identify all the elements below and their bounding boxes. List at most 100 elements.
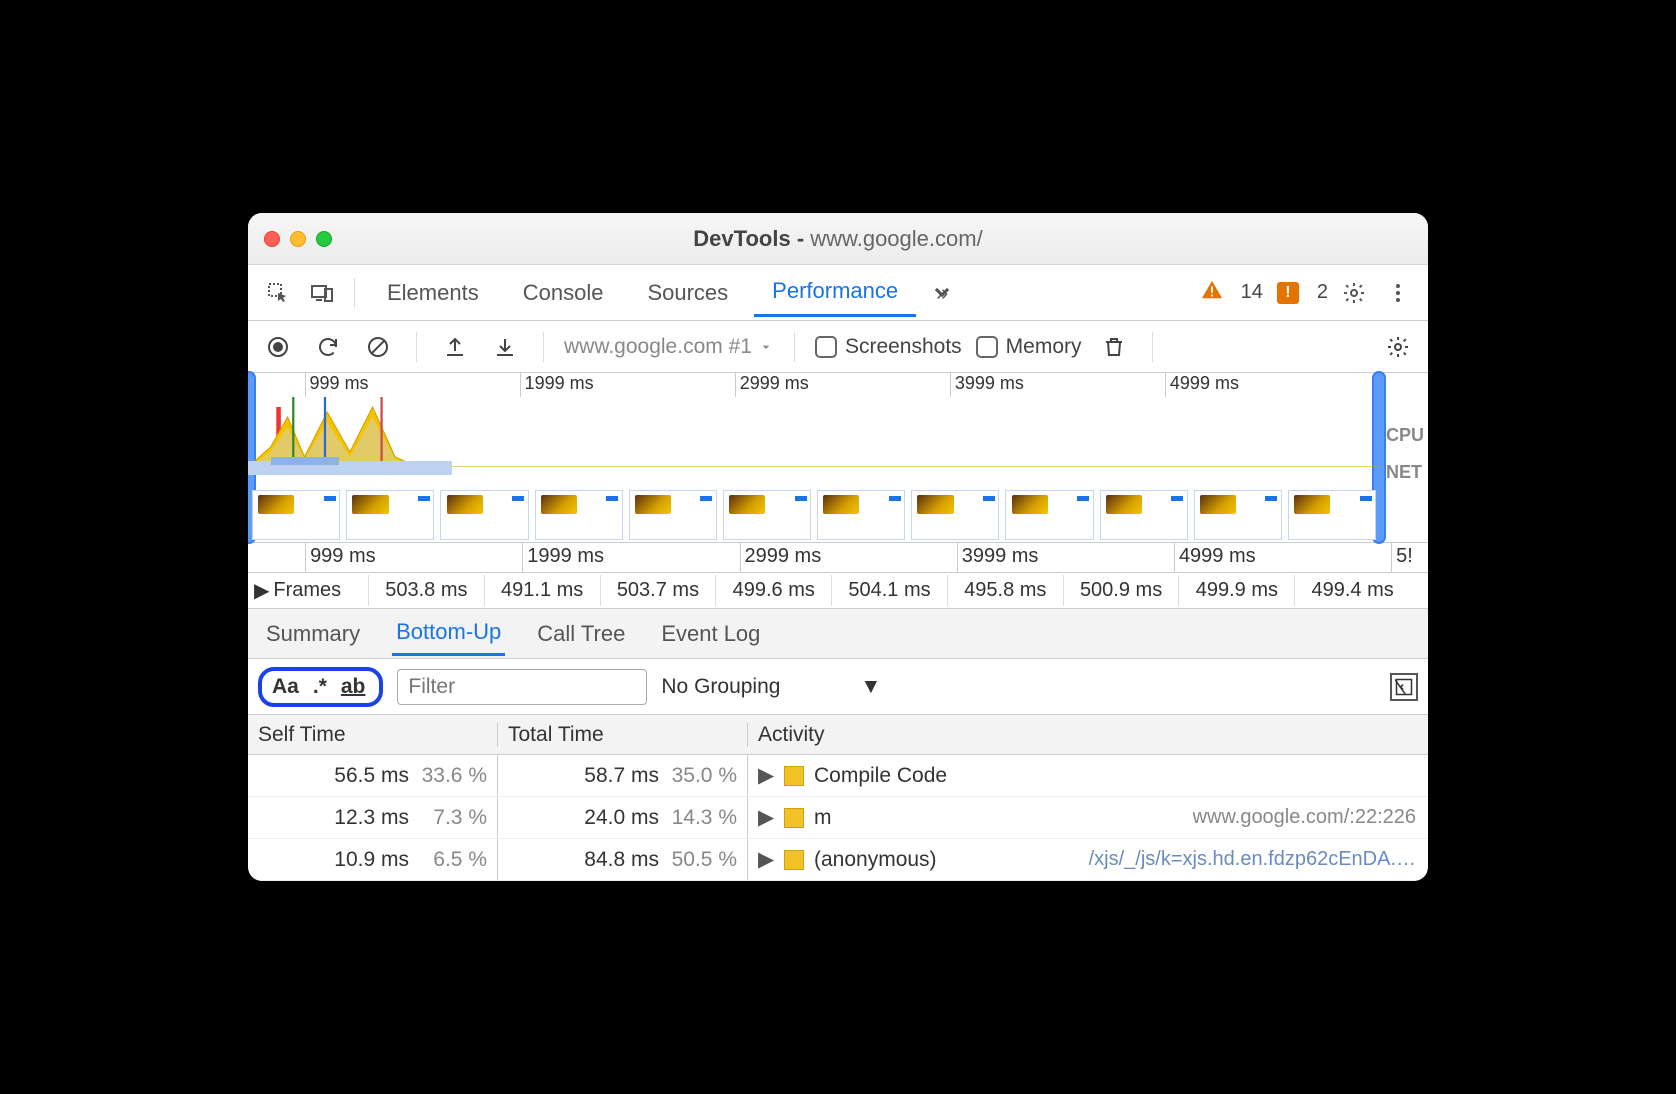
- table-row[interactable]: 10.9 ms 6.5 % 84.8 ms 50.5 % ▶ (anonymou…: [248, 839, 1428, 881]
- regex-toggle[interactable]: .*: [313, 675, 327, 699]
- screenshots-label: Screenshots: [845, 335, 962, 359]
- cell-activity: ▶ Compile Code: [748, 755, 1428, 796]
- screenshot-thumb[interactable]: [252, 490, 340, 540]
- subtab-event-log[interactable]: Event Log: [657, 613, 764, 655]
- clear-icon[interactable]: [360, 329, 396, 365]
- whole-word-toggle[interactable]: ab: [341, 675, 366, 699]
- zoom-window-button[interactable]: [316, 231, 332, 247]
- col-activity[interactable]: Activity: [748, 723, 1410, 747]
- frame-cell[interactable]: 503.7 ms: [600, 575, 716, 606]
- warning-triangle-icon: [1201, 279, 1223, 307]
- tab-sources[interactable]: Sources: [629, 270, 746, 316]
- window-controls: [264, 231, 332, 247]
- frame-cell[interactable]: 495.8 ms: [947, 575, 1063, 606]
- expand-triangle-icon: ▶: [254, 578, 269, 603]
- cpu-label: CPU: [1386, 425, 1424, 446]
- self-pct: 6.5 %: [415, 848, 487, 872]
- overview-tick: 999 ms: [305, 373, 520, 397]
- kebab-menu-icon[interactable]: [1380, 275, 1416, 311]
- tab-console[interactable]: Console: [505, 270, 622, 316]
- screenshot-thumb[interactable]: [1100, 490, 1188, 540]
- screenshot-thumb[interactable]: [1194, 490, 1282, 540]
- delete-profile-icon[interactable]: [1096, 329, 1132, 365]
- timeline-overview[interactable]: 999 ms 1999 ms 2999 ms 3999 ms 4999 ms: [248, 373, 1428, 543]
- screenshots-checkbox[interactable]: Screenshots: [815, 335, 962, 359]
- separator: [1152, 332, 1153, 362]
- screenshot-thumb[interactable]: [1005, 490, 1093, 540]
- minimize-window-button[interactable]: [290, 231, 306, 247]
- screenshot-thumb[interactable]: [535, 490, 623, 540]
- screenshot-thumb[interactable]: [1288, 490, 1376, 540]
- download-profile-icon[interactable]: [487, 329, 523, 365]
- frame-cell[interactable]: 503.8 ms: [368, 575, 484, 606]
- table-row[interactable]: 12.3 ms 7.3 % 24.0 ms 14.3 % ▶ m www.goo…: [248, 797, 1428, 839]
- device-toolbar-icon[interactable]: [304, 275, 340, 311]
- reload-icon[interactable]: [310, 329, 346, 365]
- screenshot-thumb[interactable]: [629, 490, 717, 540]
- memory-checkbox[interactable]: Memory: [976, 335, 1082, 359]
- net-label: NET: [1386, 462, 1424, 483]
- filter-input[interactable]: [397, 669, 647, 705]
- overview-lane-labels: CPU NET: [1386, 425, 1424, 483]
- detail-tick: 4999 ms: [1174, 543, 1391, 572]
- grouping-label: No Grouping: [661, 675, 780, 699]
- title-app: DevTools: [693, 226, 790, 251]
- expand-triangle-icon[interactable]: ▶: [758, 847, 774, 872]
- table-row[interactable]: 56.5 ms 33.6 % 58.7 ms 35.0 % ▶ Compile …: [248, 755, 1428, 797]
- table-header: Self Time Total Time Activity: [248, 715, 1428, 755]
- grouping-selector[interactable]: No Grouping ▼: [661, 675, 881, 699]
- details-subtabs: Summary Bottom-Up Call Tree Event Log: [248, 609, 1428, 659]
- frame-cell[interactable]: 499.4 ms: [1294, 575, 1410, 606]
- match-mode-pill: Aa .* ab: [258, 667, 383, 707]
- source-link[interactable]: www.google.com/:22:226: [1193, 806, 1428, 829]
- settings-gear-icon[interactable]: [1336, 275, 1372, 311]
- subtab-call-tree[interactable]: Call Tree: [533, 613, 629, 655]
- overview-tick: 3999 ms: [950, 373, 1165, 397]
- recording-selector[interactable]: www.google.com #1: [564, 335, 774, 359]
- tab-performance[interactable]: Performance: [754, 268, 916, 317]
- frame-cell[interactable]: 499.6 ms: [715, 575, 831, 606]
- col-self-time[interactable]: Self Time: [248, 723, 498, 747]
- more-tabs-icon[interactable]: »: [924, 275, 960, 311]
- inspect-element-icon[interactable]: [260, 275, 296, 311]
- screenshot-thumb[interactable]: [346, 490, 434, 540]
- memory-label: Memory: [1006, 335, 1082, 359]
- separator: [794, 332, 795, 362]
- capture-settings-gear-icon[interactable]: [1380, 329, 1416, 365]
- devtools-tabbar: Elements Console Sources Performance » 1…: [248, 265, 1428, 321]
- screenshot-thumb[interactable]: [723, 490, 811, 540]
- record-icon[interactable]: [260, 329, 296, 365]
- total-ms: 84.8 ms: [584, 848, 659, 872]
- frame-cell[interactable]: 499.9 ms: [1178, 575, 1294, 606]
- toggle-details-pane-icon[interactable]: [1390, 673, 1418, 701]
- detail-tick: 1999 ms: [522, 543, 739, 572]
- devtools-window: DevTools - www.google.com/ Elements Cons…: [248, 213, 1428, 881]
- overview-screenshots: [248, 488, 1380, 542]
- match-case-toggle[interactable]: Aa: [272, 675, 299, 699]
- cell-total-time: 24.0 ms 14.3 %: [498, 797, 748, 838]
- expand-triangle-icon[interactable]: ▶: [758, 763, 774, 788]
- title-url: www.google.com/: [810, 226, 982, 251]
- tab-elements[interactable]: Elements: [369, 270, 497, 316]
- subtab-bottom-up[interactable]: Bottom-Up: [392, 611, 505, 656]
- screenshot-thumb[interactable]: [817, 490, 905, 540]
- col-total-time[interactable]: Total Time: [498, 723, 748, 747]
- expand-triangle-icon[interactable]: ▶: [758, 805, 774, 830]
- screenshot-thumb[interactable]: [911, 490, 999, 540]
- close-window-button[interactable]: [264, 231, 280, 247]
- frame-cell[interactable]: 500.9 ms: [1063, 575, 1179, 606]
- window-title: DevTools - www.google.com/: [248, 226, 1428, 252]
- source-link[interactable]: /xjs/_/js/k=xjs.hd.en.fdzp62cEnDA.…: [1089, 848, 1428, 871]
- frame-cell[interactable]: 491.1 ms: [484, 575, 600, 606]
- warnings-badge[interactable]: 14 ! 2: [1201, 279, 1328, 307]
- screenshot-thumb[interactable]: [440, 490, 528, 540]
- table-body: 56.5 ms 33.6 % 58.7 ms 35.0 % ▶ Compile …: [248, 755, 1428, 881]
- frames-track[interactable]: ▶ Frames 503.8 ms491.1 ms503.7 ms499.6 m…: [248, 573, 1428, 609]
- subtab-summary[interactable]: Summary: [262, 613, 364, 655]
- script-category-icon: [784, 766, 804, 786]
- frame-cell[interactable]: 504.1 ms: [831, 575, 947, 606]
- frames-label[interactable]: ▶ Frames: [248, 578, 368, 603]
- total-pct: 50.5 %: [665, 848, 737, 872]
- performance-toolbar: www.google.com #1 Screenshots Memory: [248, 321, 1428, 373]
- upload-profile-icon[interactable]: [437, 329, 473, 365]
